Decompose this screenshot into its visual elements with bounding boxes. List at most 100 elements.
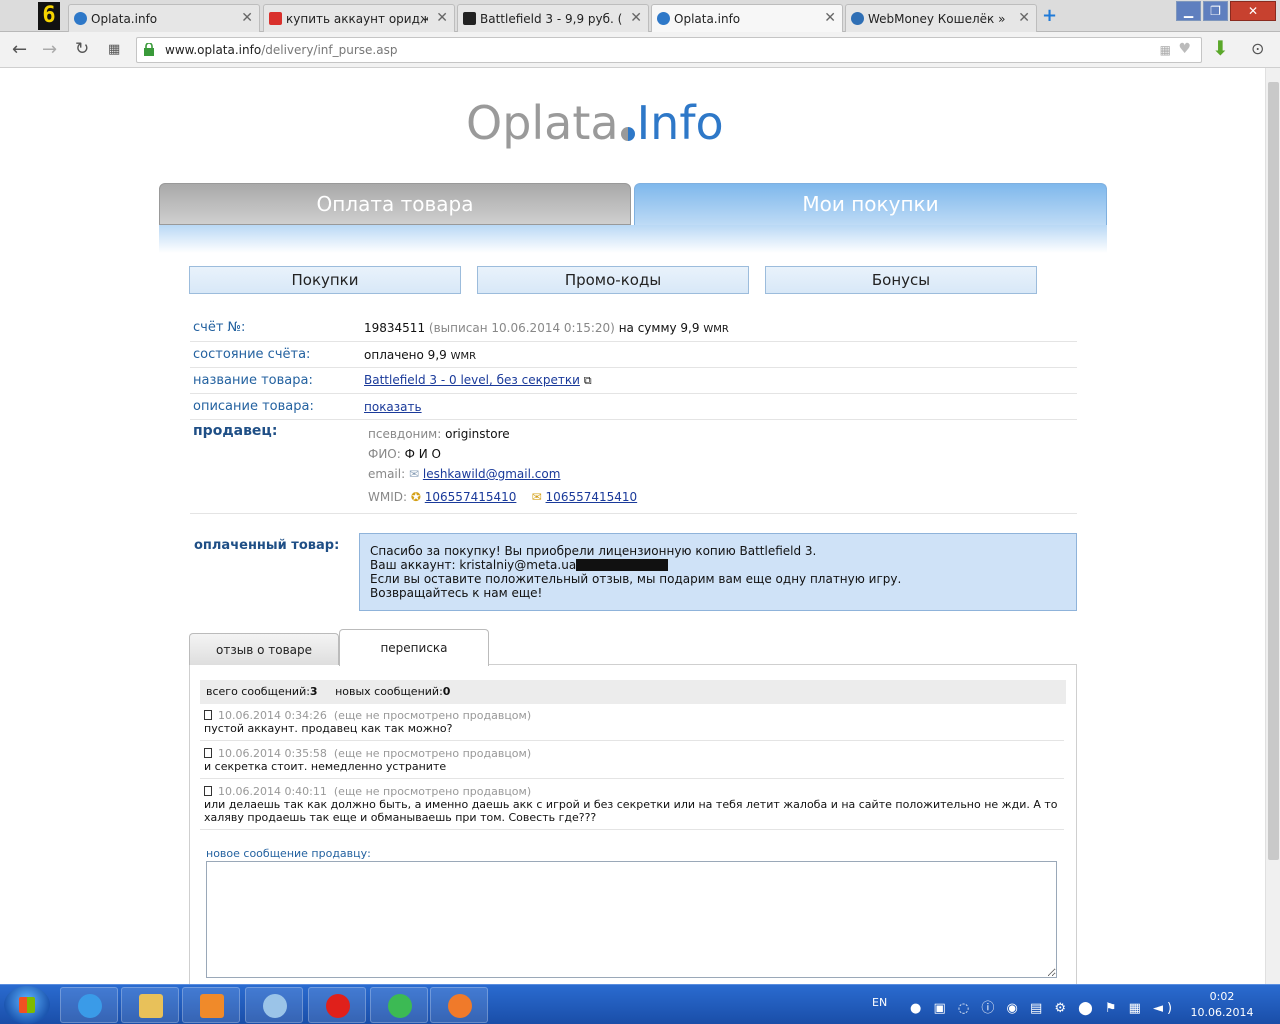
taskbar-app-7[interactable] <box>430 987 488 1023</box>
wmid-message-link[interactable]: 106557415410 <box>546 490 638 504</box>
store-favicon-icon <box>463 12 476 25</box>
app-icon <box>448 994 472 1018</box>
address-bar: ← → ↻ ▦ www.oplata.info/delivery/inf_pur… <box>0 32 1280 68</box>
seller-row: продавец: псевдоним: originstore ФИО: Ф … <box>190 420 1077 514</box>
logo-dot-icon <box>620 127 635 141</box>
taskbar-app-chrome[interactable] <box>370 987 428 1023</box>
windows-logo-icon <box>19 997 35 1013</box>
oplata-favicon-icon <box>657 12 670 25</box>
new-message-textarea[interactable] <box>206 861 1057 978</box>
promo-codes-button[interactable]: Промо-коды <box>477 266 749 294</box>
forward-icon[interactable]: → <box>42 39 57 60</box>
grid-icon[interactable]: ▦ <box>1160 43 1171 57</box>
browser-tab[interactable]: Battlefield 3 - 9,9 руб. (0 lev ✕ <box>457 4 649 32</box>
product-desc-row: описание товара: показать <box>190 394 1077 420</box>
message-counts: всего сообщений:3 новых сообщений:0 <box>200 680 1066 704</box>
secure-lock-icon <box>144 43 154 56</box>
paid-line: Если вы оставите положительный отзыв, мы… <box>370 572 902 586</box>
app-icon <box>263 994 287 1018</box>
bookmark-heart-icon[interactable]: ♥ <box>1178 41 1191 57</box>
tab-title: купить аккаунт ориджин за <box>286 12 428 26</box>
message-envelope-icon[interactable]: ✉ <box>532 490 542 504</box>
tab-review[interactable]: отзыв о товаре <box>189 633 339 665</box>
yandex-favicon-icon <box>269 12 282 25</box>
language-indicator[interactable]: EN <box>872 996 887 1009</box>
seller-email-link[interactable]: leshkawild@gmail.com <box>423 467 561 481</box>
scrollbar-thumb[interactable] <box>1268 82 1279 860</box>
message-item: 10.06.2014 0:35:58 (еще не просмотрено п… <box>204 747 532 773</box>
oplata-logo[interactable]: Oplata Info <box>466 96 724 150</box>
speed-dial-icon[interactable]: ▦ <box>108 42 120 57</box>
start-button[interactable] <box>4 986 50 1024</box>
tab-title: Oplata.info <box>674 12 741 26</box>
document-icon <box>204 748 212 758</box>
downloads-history-icon[interactable]: ⊙ <box>1251 39 1264 58</box>
tab-pay[interactable]: Оплата товара <box>159 183 631 225</box>
product-desc-label: описание товара: <box>193 399 314 414</box>
envelope-icon: ✉ <box>408 467 420 481</box>
folder-icon <box>139 994 163 1018</box>
bonuses-button[interactable]: Бонусы <box>765 266 1037 294</box>
seller-email: email: ✉ leshkawild@gmail.com <box>368 467 561 481</box>
browser-tab-active[interactable]: Oplata.info ✕ <box>651 4 843 33</box>
webmoney-icon: ✪ <box>410 490 421 504</box>
opera-icon <box>326 994 350 1018</box>
taskbar-app-opera[interactable] <box>308 987 366 1023</box>
seller-nick: псевдоним: originstore <box>368 427 510 441</box>
wmid-link[interactable]: 106557415410 <box>425 490 517 504</box>
document-icon <box>204 710 212 720</box>
tab-title: WebMoney Кошелёк » Глав <box>868 12 1010 26</box>
windows-taskbar: EN ● ▣ ◌ ⓘ ◉ ▤ ⚙ ⬤ ⚑ ▦ ◄) 0:02 10.06.201… <box>0 984 1280 1024</box>
browser-tab-bar: 6 Oplata.info ✕ купить аккаунт ориджин з… <box>0 0 1280 33</box>
browser-tab[interactable]: Oplata.info ✕ <box>68 4 260 32</box>
taskbar-app-4[interactable] <box>245 987 303 1023</box>
browser-tab[interactable]: купить аккаунт ориджин за ✕ <box>263 4 455 32</box>
external-link-icon[interactable]: ⧉ <box>584 374 592 387</box>
seller-wmid: WMID: ✪ 106557415410 ✉ 106557415410 <box>368 490 638 504</box>
taskbar-app-media[interactable] <box>182 987 240 1023</box>
product-name-link[interactable]: Battlefield 3 - 0 level, без секретки <box>364 373 580 387</box>
close-tab-icon[interactable]: ✕ <box>824 10 836 26</box>
document-icon <box>204 786 212 796</box>
restore-icon[interactable]: ❐ <box>1203 1 1228 21</box>
invoice-row: счёт №: 19834511 (выписан 10.06.2014 0:1… <box>190 316 1077 342</box>
status-row: состояние счёта: оплачено 9,9 WMR <box>190 342 1077 368</box>
tab-correspondence[interactable]: переписка <box>339 629 489 666</box>
message-item: 10.06.2014 0:34:26 (еще не просмотрено п… <box>204 709 532 735</box>
clock[interactable]: 0:02 10.06.2014 <box>1182 989 1262 1021</box>
back-icon[interactable]: ← <box>12 39 27 60</box>
window-close-icon[interactable]: ✕ <box>1230 1 1276 21</box>
new-tab-icon[interactable]: + <box>1042 5 1057 26</box>
taskbar-app-ie[interactable] <box>60 987 118 1023</box>
purchases-button[interactable]: Покупки <box>189 266 461 294</box>
browser-tab[interactable]: WebMoney Кошелёк » Глав ✕ <box>845 4 1037 32</box>
new-message-label: новое сообщение продавцу: <box>206 847 371 860</box>
taskbar-app-explorer[interactable] <box>121 987 179 1023</box>
close-tab-icon[interactable]: ✕ <box>436 10 448 26</box>
ie-icon <box>78 994 102 1018</box>
invoice-label: счёт №: <box>193 320 246 335</box>
url-text: www.oplata.info/delivery/inf_purse.asp <box>165 43 398 57</box>
tab-title: Battlefield 3 - 9,9 руб. (0 lev <box>480 12 622 26</box>
close-tab-icon[interactable]: ✕ <box>1018 10 1030 26</box>
system-tray[interactable]: ● ▣ ◌ ⓘ ◉ ▤ ⚙ ⬤ ⚑ ▦ ◄) <box>910 997 1176 1016</box>
download-icon[interactable]: ⬇ <box>1212 36 1229 60</box>
reload-icon[interactable]: ↻ <box>75 39 89 59</box>
minimize-icon[interactable]: ▁ <box>1176 1 1201 21</box>
paid-goods-box: Спасибо за покупку! Вы приобрели лицензи… <box>359 533 1077 611</box>
product-name-row: название товара: Battlefield 3 - 0 level… <box>190 368 1077 394</box>
paid-line: Возвращайтесь к нам еще! <box>370 586 543 600</box>
close-tab-icon[interactable]: ✕ <box>630 10 642 26</box>
close-tab-icon[interactable]: ✕ <box>241 10 253 26</box>
paid-line: Спасибо за покупку! Вы приобрели лицензи… <box>370 544 817 558</box>
show-description-link[interactable]: показать <box>364 400 422 414</box>
opera-badge-icon[interactable]: 6 <box>38 2 60 30</box>
redacted-block <box>576 559 669 571</box>
page-scrollbar[interactable] <box>1265 68 1280 984</box>
status-label: состояние счёта: <box>193 347 311 362</box>
url-field[interactable]: www.oplata.info/delivery/inf_purse.asp ▦… <box>136 37 1202 63</box>
chrome-icon <box>388 994 412 1018</box>
seller-fio: ФИО: Ф И О <box>368 447 442 461</box>
page-content: Oplata Info Оплата товара Мои покупки Пок… <box>0 68 1265 984</box>
tab-title: Oplata.info <box>91 12 158 26</box>
